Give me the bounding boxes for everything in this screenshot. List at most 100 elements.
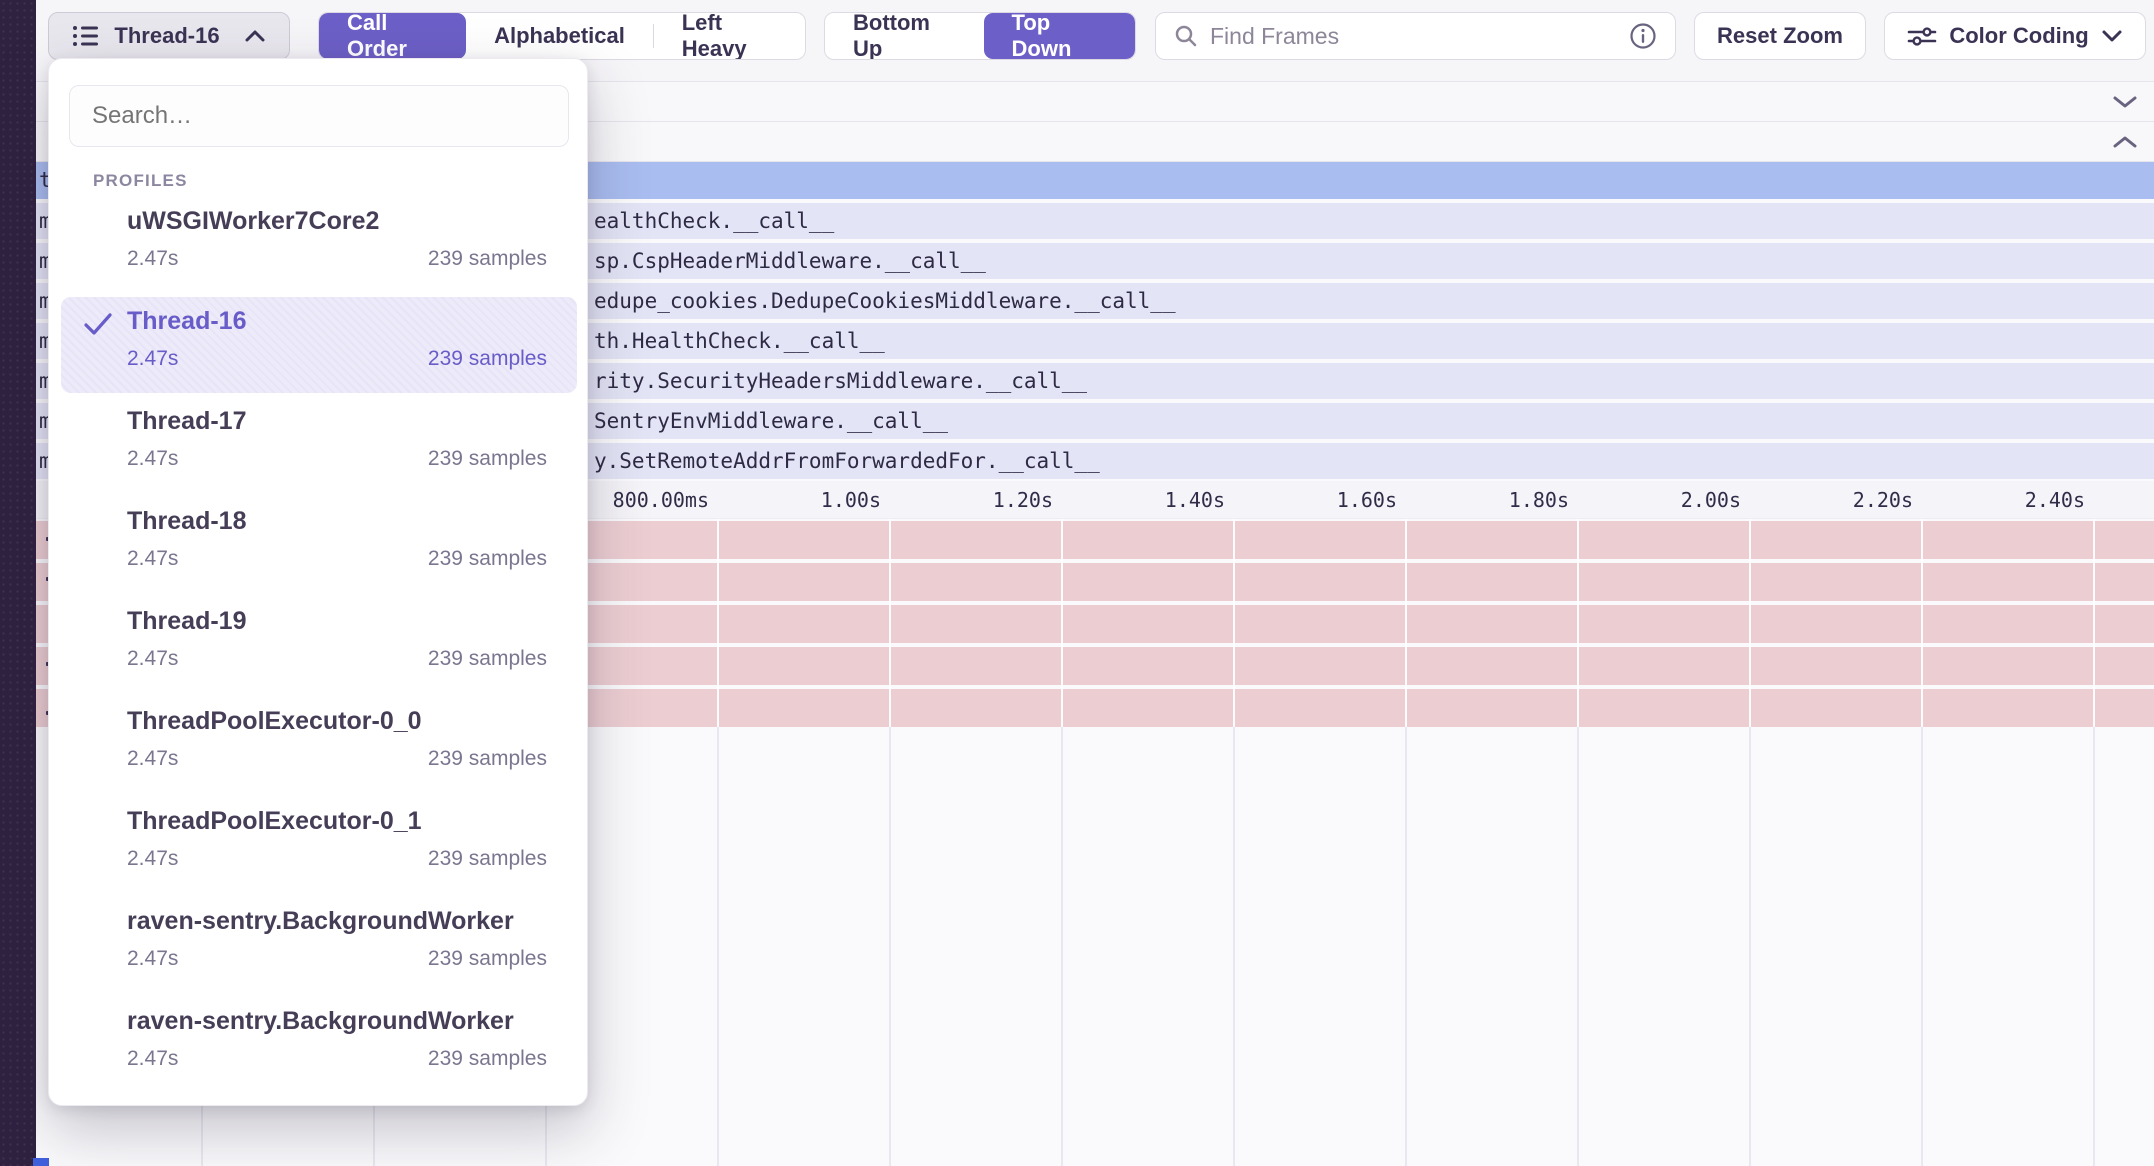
check-icon (83, 311, 113, 337)
frame-label: SentryEnvMiddleware.__call__ (594, 409, 948, 433)
frame-label: sp.CspHeaderMiddleware.__call__ (594, 249, 986, 273)
color-sliders-icon (1907, 24, 1937, 48)
profile-option-name: ThreadPoolExecutor-0_1 (127, 807, 422, 836)
profile-option-duration: 2.47s (127, 747, 178, 771)
profile-option-name: Thread-18 (127, 507, 246, 536)
profile-option[interactable]: Thread-16 2.47s 239 samples (61, 297, 577, 393)
gridline (1233, 727, 1235, 1166)
color-coding-button[interactable]: Color Coding (1884, 12, 2146, 60)
axis-tick: 2.40s (2025, 488, 2085, 512)
profile-option-duration: 2.47s (127, 447, 178, 471)
profile-option-duration: 2.47s (127, 347, 178, 371)
top-down-button[interactable]: Top Down (984, 13, 1135, 59)
gridline (1061, 519, 1063, 727)
axis-tick: 2.20s (1853, 488, 1913, 512)
find-frames-placeholder: Find Frames (1210, 23, 1617, 50)
reset-zoom-button[interactable]: Reset Zoom (1694, 12, 1866, 60)
profile-option-samples: 239 samples (428, 247, 547, 271)
profile-option-duration: 2.47s (127, 247, 178, 271)
profile-option-samples: 239 samples (428, 547, 547, 571)
profile-option-samples: 239 samples (428, 747, 547, 771)
collapse-flamegraph-button[interactable] (2112, 134, 2138, 150)
axis-tick: 1.40s (1165, 488, 1225, 512)
thread-search-input[interactable] (69, 85, 569, 147)
frame-label: ealthCheck.__call__ (594, 209, 834, 233)
chevron-down-icon (2115, 98, 2135, 106)
gridline (1749, 519, 1751, 727)
profile-option-samples: 239 samples (428, 1047, 547, 1071)
gridline (1749, 727, 1751, 1166)
profile-option[interactable]: Thread-19 2.47s 239 samples (61, 597, 577, 693)
profile-option[interactable]: ThreadPoolExecutor-0_1 2.47s 239 samples (61, 797, 577, 893)
gridline (1921, 519, 1923, 727)
info-icon[interactable] (1629, 22, 1657, 50)
axis-tick: 2.00s (1681, 488, 1741, 512)
profile-option-duration: 2.47s (127, 947, 178, 971)
gridline (889, 519, 891, 727)
chevron-up-icon (2115, 138, 2135, 146)
profile-option-name: raven-sentry.BackgroundWorker (127, 1007, 514, 1036)
profile-option[interactable]: ThreadPoolExecutor-0_0 2.47s 239 samples (61, 697, 577, 793)
axis-tick: 800.00ms (613, 488, 709, 512)
profile-option[interactable]: raven-sentry.BackgroundWorker 2.47s 239 … (61, 897, 577, 993)
chevron-down-icon (2101, 29, 2123, 43)
profile-option-duration: 2.47s (127, 847, 178, 871)
profile-option[interactable]: uWSGIWorker7Core2 2.47s 239 samples (61, 197, 577, 293)
sort-alphabetical-button[interactable]: Alphabetical (466, 13, 653, 59)
thread-selector-label: Thread-16 (114, 23, 219, 49)
frame-label: edupe_cookies.DedupeCookiesMiddleware.__… (594, 289, 1176, 313)
thread-list-icon (72, 24, 100, 48)
profile-option-name: Thread-16 (127, 307, 246, 336)
gridline (1405, 519, 1407, 727)
expand-minimap-button[interactable] (2112, 94, 2138, 110)
profile-option-name: raven-sentry.BackgroundWorker (127, 907, 514, 936)
scroll-indicator (33, 1158, 49, 1166)
bottom-up-button[interactable]: Bottom Up (825, 13, 984, 59)
profile-option-duration: 2.47s (127, 547, 178, 571)
chevron-up-icon (244, 29, 266, 43)
profile-option-samples: 239 samples (428, 647, 547, 671)
direction-segmented-control: Bottom Up Top Down (824, 12, 1136, 60)
profile-option-name: ThreadPoolExecutor-0_0 (127, 707, 422, 736)
gridline (1405, 727, 1407, 1166)
profile-option-samples: 239 samples (428, 347, 547, 371)
profile-option[interactable]: raven-sentry.BackgroundWorker 2.47s 239 … (61, 997, 577, 1093)
profile-option-samples: 239 samples (428, 947, 547, 971)
profile-option-name: Thread-17 (127, 407, 246, 436)
profile-option[interactable]: Thread-18 2.47s 239 samples (61, 497, 577, 593)
gridline (717, 519, 719, 727)
gridline (1233, 519, 1235, 727)
thread-selector-button[interactable]: Thread-16 (48, 12, 290, 60)
gridline (1577, 519, 1579, 727)
gridline (1061, 727, 1063, 1166)
sort-mode-segmented-control: Call Order Alphabetical Left Heavy (318, 12, 806, 60)
gridline (1921, 727, 1923, 1166)
profile-option-name: uWSGIWorker7Core2 (127, 207, 379, 236)
gridline (2093, 519, 2095, 727)
app-sidebar-edge (0, 0, 36, 1166)
profile-option-duration: 2.47s (127, 647, 178, 671)
sort-call-order-button[interactable]: Call Order (319, 13, 466, 59)
profiles-section-header: PROFILES (93, 171, 188, 191)
profile-option-samples: 239 samples (428, 847, 547, 871)
profile-option-duration: 2.47s (127, 1047, 178, 1071)
frame-label: rity.SecurityHeadersMiddleware.__call__ (594, 369, 1087, 393)
profile-option-samples: 239 samples (428, 447, 547, 471)
search-icon (1174, 24, 1198, 48)
frame-label: th.HealthCheck.__call__ (594, 329, 885, 353)
gridline (2093, 727, 2095, 1166)
axis-tick: 1.00s (821, 488, 881, 512)
find-frames-input[interactable]: Find Frames (1155, 12, 1676, 60)
axis-tick: 1.60s (1337, 488, 1397, 512)
thread-dropdown-panel: PROFILES uWSGIWorker7Core2 2.47s 239 sam… (48, 58, 588, 1106)
profile-option[interactable]: Thread-17 2.47s 239 samples (61, 397, 577, 493)
frame-label: y.SetRemoteAddrFromForwardedFor.__call__ (594, 449, 1100, 473)
gridline (1577, 727, 1579, 1166)
profile-option-name: Thread-19 (127, 607, 246, 636)
gridline (889, 727, 891, 1166)
gridline (717, 727, 719, 1166)
axis-tick: 1.20s (993, 488, 1053, 512)
axis-tick: 1.80s (1509, 488, 1569, 512)
sort-left-heavy-button[interactable]: Left Heavy (654, 13, 805, 59)
color-coding-label: Color Coding (1949, 23, 2088, 49)
